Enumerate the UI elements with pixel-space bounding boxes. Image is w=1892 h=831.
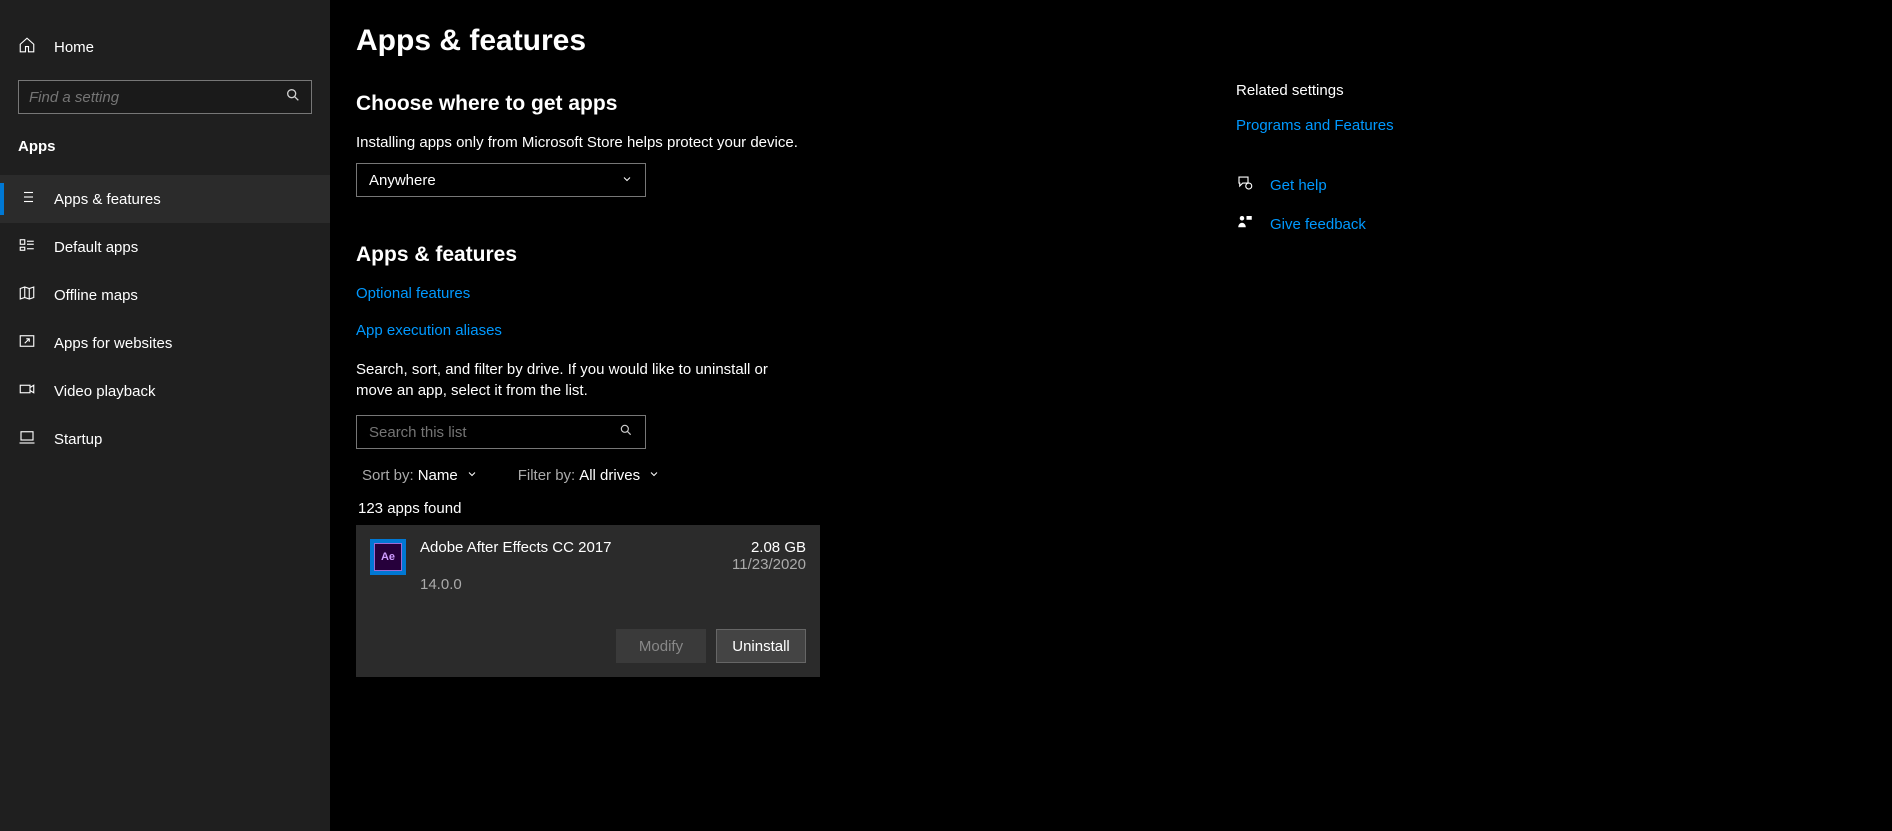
nav-label: Offline maps xyxy=(54,287,138,304)
sidebar-item-offline-maps[interactable]: Offline maps xyxy=(0,271,330,319)
home-label: Home xyxy=(54,39,94,56)
video-icon xyxy=(18,380,36,402)
sort-label: Sort by: xyxy=(362,467,414,484)
apps-features-heading: Apps & features xyxy=(356,243,1176,267)
filter-value: All drives xyxy=(579,467,640,484)
app-name: Adobe After Effects CC 2017 xyxy=(420,539,612,556)
help-icon xyxy=(1236,174,1254,197)
app-list-search-input[interactable] xyxy=(369,424,619,441)
get-help-link[interactable]: Get help xyxy=(1270,177,1327,194)
modify-button: Modify xyxy=(616,629,706,663)
optional-features-link[interactable]: Optional features xyxy=(356,285,470,302)
sidebar-item-apps-for-websites[interactable]: Apps for websites xyxy=(0,319,330,367)
feedback-icon xyxy=(1236,213,1254,236)
app-source-dropdown[interactable]: Anywhere xyxy=(356,163,646,197)
nav-label: Video playback xyxy=(54,383,155,400)
chevron-down-icon xyxy=(621,172,633,189)
sidebar: Home Apps Apps & features Default apps O… xyxy=(0,0,330,831)
choose-heading: Choose where to get apps xyxy=(356,92,1176,116)
app-date: 11/23/2020 xyxy=(732,556,806,573)
chevron-down-icon xyxy=(644,467,660,484)
choose-desc: Installing apps only from Microsoft Stor… xyxy=(356,134,1176,151)
nav-label: Startup xyxy=(54,431,102,448)
app-execution-aliases-link[interactable]: App execution aliases xyxy=(356,322,502,339)
startup-icon xyxy=(18,428,36,450)
app-version: 14.0.0 xyxy=(420,576,612,593)
sidebar-item-default-apps[interactable]: Default apps xyxy=(0,223,330,271)
app-list-search-box[interactable] xyxy=(356,415,646,449)
give-feedback-link[interactable]: Give feedback xyxy=(1270,216,1366,233)
nav-label: Default apps xyxy=(54,239,138,256)
related-heading: Related settings xyxy=(1236,82,1636,99)
apps-count: 123 apps found xyxy=(356,500,1176,517)
open-in-icon xyxy=(18,332,36,354)
page-title: Apps & features xyxy=(356,24,1176,58)
get-help-row[interactable]: Get help xyxy=(1236,174,1636,197)
dropdown-value: Anywhere xyxy=(369,172,436,189)
filter-by-dropdown[interactable]: Filter by: All drives xyxy=(518,467,660,484)
nav-label: Apps for websites xyxy=(54,335,172,352)
uninstall-button[interactable]: Uninstall xyxy=(716,629,806,663)
filter-label: Filter by: xyxy=(518,467,576,484)
home-icon xyxy=(18,36,36,58)
nav-label: Apps & features xyxy=(54,191,161,208)
sidebar-item-startup[interactable]: Startup xyxy=(0,415,330,463)
settings-search-box[interactable] xyxy=(18,80,312,114)
programs-and-features-link[interactable]: Programs and Features xyxy=(1236,117,1636,134)
list-help-text: Search, sort, and filter by drive. If yo… xyxy=(356,359,796,401)
defaults-icon xyxy=(18,236,36,258)
search-icon xyxy=(619,423,633,442)
list-icon xyxy=(18,188,36,210)
related-column: Related settings Programs and Features G… xyxy=(1236,24,1636,831)
chevron-down-icon xyxy=(462,467,478,484)
main-content: Apps & features Choose where to get apps… xyxy=(330,0,1892,831)
section-apps-label: Apps xyxy=(0,124,330,175)
home-button[interactable]: Home xyxy=(0,28,330,66)
app-size: 2.08 GB xyxy=(732,539,806,556)
sort-value: Name xyxy=(418,467,458,484)
map-icon xyxy=(18,284,36,306)
search-icon xyxy=(285,87,301,108)
sort-by-dropdown[interactable]: Sort by: Name xyxy=(362,467,478,484)
app-icon-text: Ae xyxy=(374,543,402,571)
sidebar-item-apps-features[interactable]: Apps & features xyxy=(0,175,330,223)
app-icon: Ae xyxy=(370,539,406,575)
app-list-item-selected[interactable]: Ae Adobe After Effects CC 2017 14.0.0 2.… xyxy=(356,525,820,677)
settings-search-input[interactable] xyxy=(29,89,285,106)
give-feedback-row[interactable]: Give feedback xyxy=(1236,213,1636,236)
sidebar-item-video-playback[interactable]: Video playback xyxy=(0,367,330,415)
